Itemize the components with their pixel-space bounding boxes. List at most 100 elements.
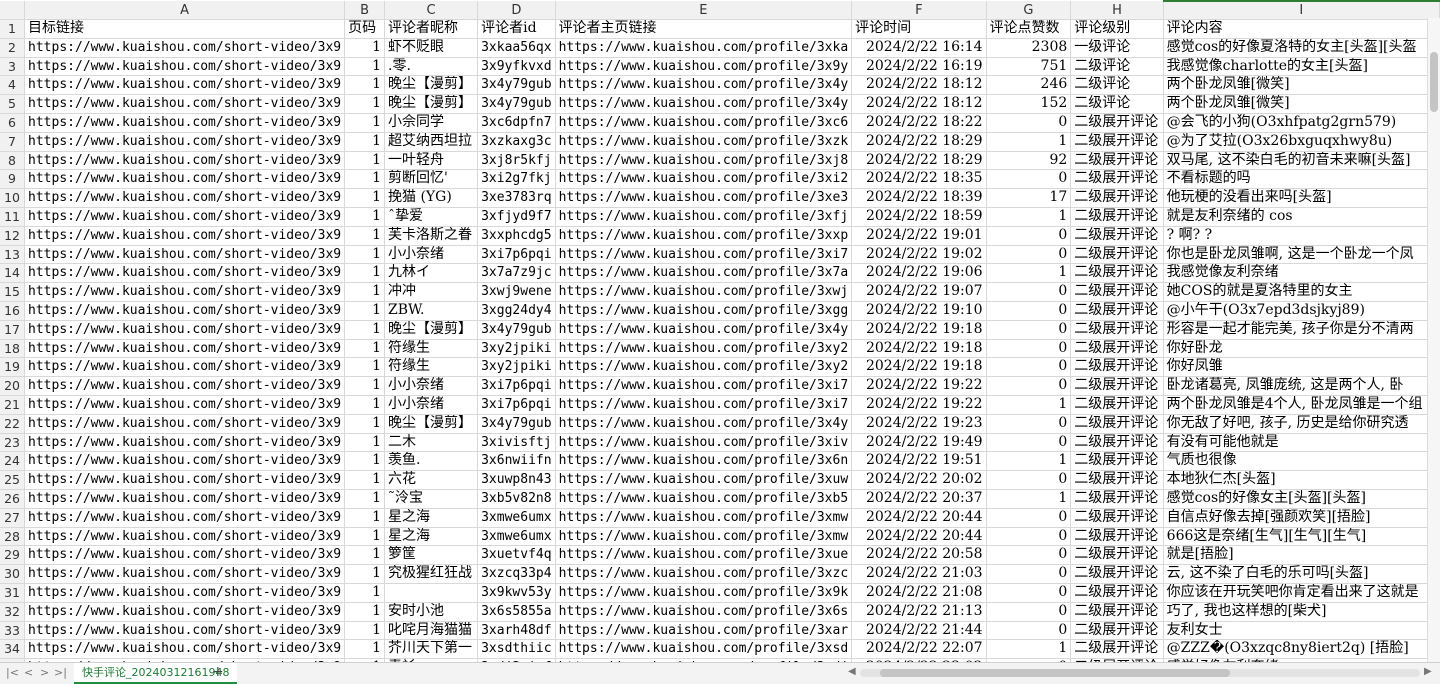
row-number[interactable]: 3 [0, 57, 26, 77]
table-cell[interactable]: https://www.kuaishou.com/profile/3x9k [555, 583, 853, 603]
table-cell[interactable]: 3xuwp8n43 [477, 470, 556, 490]
table-cell[interactable]: 二级展开评论 [1070, 583, 1164, 603]
table-cell[interactable]: 3xarh48df [477, 621, 556, 641]
table-cell[interactable]: https://www.kuaishou.com/profile/3xmw [555, 508, 853, 528]
table-cell[interactable]: 2024/2/22 18:22 [851, 113, 987, 133]
vertical-scrollbar[interactable] [1427, 18, 1440, 662]
table-cell[interactable]: 安时小池 [384, 602, 479, 622]
table-cell[interactable]: @ZZZ�(O3xzqc8ny8iert2q) [捂脸] [1163, 639, 1440, 660]
table-cell[interactable]: 2024/2/22 19:22 [851, 395, 987, 415]
table-cell[interactable]: 1 [344, 357, 386, 378]
table-cell[interactable]: https://www.kuaishou.com/short-video/3x9 [24, 169, 346, 190]
table-cell[interactable]: 751 [986, 57, 1072, 77]
row-number[interactable]: 34 [0, 639, 26, 660]
table-cell[interactable]: https://www.kuaishou.com/profile/3x4y [555, 320, 853, 340]
table-cell[interactable]: 二级展开评论 [1070, 301, 1164, 321]
row-number[interactable]: 16 [0, 301, 26, 321]
table-cell[interactable]: https://www.kuaishou.com/profile/3xj8 [555, 151, 853, 171]
table-cell[interactable]: ZBW. [384, 301, 479, 321]
table-cell[interactable]: 3xzkaxg3c [477, 132, 556, 152]
table-cell[interactable]: 二级展开评论 [1070, 169, 1164, 190]
table-cell[interactable]: 3xuetvf4q [477, 545, 556, 566]
table-cell[interactable]: 二级展开评论 [1070, 263, 1164, 284]
table-cell[interactable]: 二级展开评论 [1070, 207, 1164, 227]
add-sheet-button[interactable]: + [212, 664, 224, 680]
table-cell[interactable]: 2024/2/22 19:49 [851, 433, 987, 453]
last-sheet-icon[interactable]: >| [54, 666, 67, 679]
table-cell[interactable]: https://www.kuaishou.com/short-video/3x9 [24, 433, 346, 453]
table-cell[interactable]: 箩筐 [384, 545, 479, 566]
table-cell[interactable]: 晚尘【漫剪】 [384, 414, 479, 434]
table-cell[interactable]: 2024/2/22 19:22 [851, 376, 987, 396]
table-cell[interactable]: 二级展开评论 [1070, 282, 1164, 302]
row-number[interactable]: 6 [0, 113, 26, 133]
scroll-left-icon[interactable]: ◀ [848, 666, 856, 677]
column-header-g[interactable]: G [986, 1, 1072, 20]
table-cell[interactable]: 3x9kwv53y [477, 583, 556, 603]
table-cell[interactable]: https://www.kuaishou.com/profile/3xwj [555, 282, 853, 302]
table-cell[interactable]: https://www.kuaishou.com/short-video/3x9 [24, 564, 346, 584]
table-cell[interactable]: 二级展开评论 [1070, 357, 1164, 378]
table-cell[interactable]: 本地狄仁杰[头盔] [1163, 470, 1440, 490]
row-number[interactable]: 5 [0, 94, 26, 114]
table-cell[interactable]: https://www.kuaishou.com/profile/3x4y [555, 75, 853, 96]
row-number[interactable]: 28 [0, 527, 26, 547]
table-cell[interactable]: 2024/2/22 21:08 [851, 583, 987, 603]
table-cell[interactable]: 1 [344, 207, 386, 227]
row-number[interactable]: 14 [0, 263, 26, 284]
table-cell[interactable]: 1 [344, 621, 386, 641]
table-cell[interactable]: 二级展开评论 [1070, 395, 1164, 415]
table-cell[interactable]: 你应该在开玩笑吧你肯定看出来了这就是 [1163, 583, 1440, 603]
table-cell[interactable]: 2024/2/22 19:23 [851, 414, 987, 434]
table-cell[interactable]: 两个卧龙凤雏[微笑] [1163, 94, 1440, 114]
table-cell[interactable]: 0 [986, 583, 1072, 603]
table-cell[interactable]: 1 [344, 320, 386, 340]
row-number[interactable]: 32 [0, 602, 26, 622]
header-cell[interactable]: 评论者昵称 [384, 19, 479, 39]
table-cell[interactable]: https://www.kuaishou.com/profile/3x6s [555, 602, 853, 622]
table-cell[interactable]: 1 [344, 151, 386, 171]
table-cell[interactable]: 你无敌了好吧, 孩子, 历史是给你研究透 [1163, 414, 1440, 434]
table-cell[interactable]: 1 [344, 527, 386, 547]
table-cell[interactable]: ? 啊? ? [1163, 226, 1440, 246]
table-cell[interactable]: 0 [986, 621, 1072, 641]
table-cell[interactable]: https://www.kuaishou.com/profile/3xy2 [555, 357, 853, 378]
table-cell[interactable]: https://www.kuaishou.com/short-video/3x9 [24, 602, 346, 622]
table-cell[interactable]: 2024/2/22 19:18 [851, 320, 987, 340]
table-cell[interactable]: 3x6nwiifn [477, 451, 556, 472]
row-number[interactable]: 27 [0, 508, 26, 528]
table-cell[interactable]: https://www.kuaishou.com/short-video/3x9 [24, 621, 346, 641]
table-cell[interactable]: 666这是奈绪[生气][生气][生气] [1163, 527, 1440, 547]
table-cell[interactable]: 246 [986, 75, 1072, 96]
header-cell[interactable]: 评论者主页链接 [555, 19, 853, 39]
table-cell[interactable]: https://www.kuaishou.com/short-video/3x9 [24, 395, 346, 415]
table-cell[interactable]: 1 [344, 75, 386, 96]
table-cell[interactable]: https://www.kuaishou.com/short-video/3x9 [24, 38, 346, 58]
table-cell[interactable]: 3xc6dpfn7 [477, 113, 556, 133]
row-number[interactable]: 20 [0, 376, 26, 396]
table-cell[interactable]: https://www.kuaishou.com/profile/3xi2 [555, 169, 853, 190]
row-number[interactable]: 12 [0, 226, 26, 246]
table-cell[interactable]: 一级评论 [1070, 38, 1164, 58]
column-header-a[interactable]: A [24, 1, 346, 20]
table-cell[interactable]: 友利女士 [1163, 621, 1440, 641]
table-cell[interactable]: 3x4y79gub [477, 75, 556, 96]
table-cell[interactable]: https://www.kuaishou.com/short-video/3x9 [24, 489, 346, 509]
table-cell[interactable]: 芙卡洛斯之眷 [384, 226, 479, 246]
table-cell[interactable]: 1 [986, 263, 1072, 284]
table-cell[interactable]: https://www.kuaishou.com/profile/3xzk [555, 132, 853, 152]
table-cell[interactable]: https://www.kuaishou.com/short-video/3x9 [24, 188, 346, 208]
table-cell[interactable]: 巧了, 我也这样想的[柴犬] [1163, 602, 1440, 622]
table-cell[interactable]: 1 [344, 263, 386, 284]
table-cell[interactable]: https://www.kuaishou.com/profile/3x4y [555, 94, 853, 114]
table-cell[interactable]: 3xsdthiic [477, 639, 556, 660]
table-cell[interactable]: 2024/2/22 19:06 [851, 263, 987, 284]
table-cell[interactable]: 有没有可能他就是 [1163, 433, 1440, 453]
table-cell[interactable]: 3x4y79gub [477, 414, 556, 434]
table-cell[interactable]: 你好凤雏 [1163, 357, 1440, 378]
table-cell[interactable]: https://www.kuaishou.com/profile/3xar [555, 621, 853, 641]
table-cell[interactable]: https://www.kuaishou.com/profile/3xy2 [555, 339, 853, 359]
table-cell[interactable]: https://www.kuaishou.com/short-video/3x9 [24, 245, 346, 265]
table-cell[interactable]: 3x9yfkvxd [477, 57, 556, 77]
table-cell[interactable]: https://www.kuaishou.com/short-video/3x9 [24, 639, 346, 660]
